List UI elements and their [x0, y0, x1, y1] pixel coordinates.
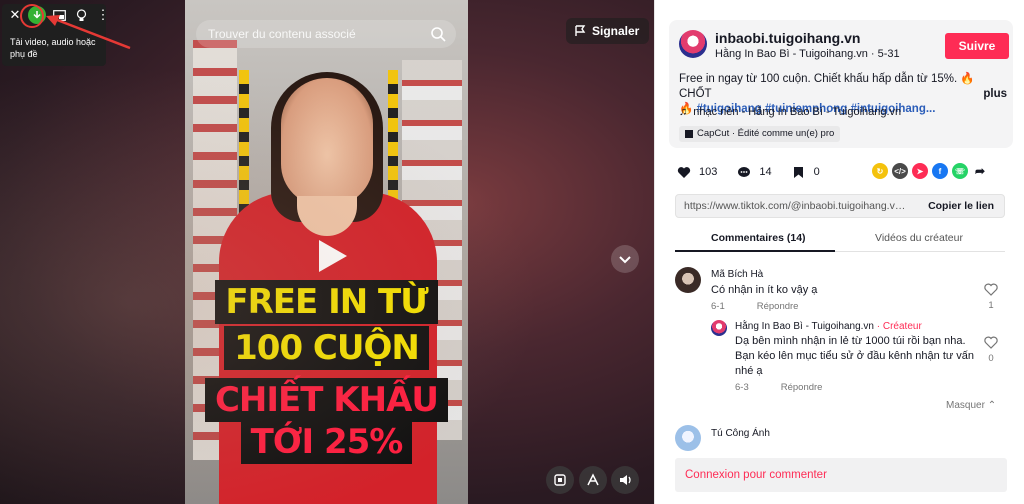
flag-icon: [575, 25, 586, 36]
comment-date: 6-1: [711, 301, 725, 312]
whatsapp-icon[interactable]: ☏: [952, 163, 968, 179]
floating-player-icon: [587, 473, 599, 486]
comment-icon: [735, 163, 753, 181]
comment-author[interactable]: Mã Bích Hà: [711, 269, 763, 280]
save-video-icon: [554, 474, 566, 486]
like-count: 103: [699, 166, 718, 178]
volume-icon: [620, 475, 631, 485]
report-button[interactable]: Signaler: [566, 18, 650, 44]
embed-icon[interactable]: </>: [892, 163, 908, 179]
active-tab-indicator: [675, 250, 835, 252]
creator-author-line[interactable]: Hằng In Bao Bì - Tuigoihang.vn · 5-31: [715, 48, 900, 60]
capcut-badge[interactable]: CapCut · Édité comme un(e) pro: [679, 126, 841, 142]
description-text: Free in ngay từ 100 cuộn. Chiết khấu hấp…: [679, 73, 975, 100]
facebook-icon[interactable]: f: [932, 163, 948, 179]
favorite-button[interactable]: 0: [790, 163, 820, 181]
comment-author[interactable]: Tú Công Ánh: [711, 428, 770, 439]
post-info-card: inbaobi.tuigoihang.vn Hằng In Bao Bì - T…: [669, 20, 1013, 148]
see-more-link[interactable]: plus: [983, 87, 1007, 102]
comment-count: 14: [759, 166, 772, 178]
search-icon[interactable]: [430, 26, 446, 42]
reply-author[interactable]: Hằng In Bao Bì - Tuigoihang.vn · Créateu…: [735, 321, 922, 332]
follow-button[interactable]: Suivre: [945, 33, 1009, 59]
comment-like-count: 1: [988, 300, 994, 311]
capcut-icon: [685, 130, 693, 138]
annotation-circle: [20, 4, 44, 28]
overlay-line-3-text: CHIẾT KHẤU: [204, 378, 449, 422]
share-link-row: https://www.tiktok.com/@inbaobi.tuigoiha…: [675, 194, 1005, 218]
chevron-up-icon: ⌃: [987, 400, 997, 411]
post-details-panel: inbaobi.tuigoihang.vn Hằng In Bao Bì - T…: [654, 0, 1024, 504]
comment-text: Có nhận in ít ko vậy ạ: [711, 284, 818, 296]
comment-avatar[interactable]: [675, 425, 701, 451]
next-video-button[interactable]: [611, 245, 639, 273]
play-icon[interactable]: [311, 236, 351, 276]
repost-icon[interactable]: ↻: [872, 163, 888, 179]
comment-meta: 6-1 Répondre: [711, 301, 798, 312]
share-buttons: ↻ </> ➤ f ☏ ➦: [872, 163, 988, 179]
comment-tabs: Commentaires (14) Vidéos du créateur: [675, 228, 1005, 252]
related-search-placeholder: Trouver du contenu associé: [208, 27, 356, 41]
capcut-label: CapCut · Édité comme un(e) pro: [697, 128, 835, 139]
video-person-face: [281, 78, 373, 206]
send-icon[interactable]: ➤: [912, 163, 928, 179]
share-arrow-icon[interactable]: ➦: [972, 163, 988, 179]
creator-avatar[interactable]: [679, 30, 707, 58]
music-note-icon: ♫: [679, 106, 688, 118]
annotation-arrow-icon: [46, 15, 131, 50]
overlay-line-3: CHIẾT KHẤU: [185, 378, 468, 422]
overlay-line-4: TỚI 25%: [185, 420, 468, 464]
tab-creator-videos[interactable]: Vidéos du créateur: [875, 232, 963, 244]
creator-username[interactable]: inbaobi.tuigoihang.vn: [715, 30, 860, 46]
video-player[interactable]: Trouver du contenu associé Signaler FREE…: [0, 0, 654, 504]
save-video-button[interactable]: [546, 466, 574, 494]
music-link[interactable]: ♫ nhạc nền - Hằng In Bao Bì - Tuigoihang…: [679, 106, 901, 118]
comment-button[interactable]: 14: [735, 163, 772, 181]
reply-author-name: Hằng In Bao Bì - Tuigoihang.vn: [735, 321, 874, 332]
tiktok-video-page: Trouver du contenu associé Signaler FREE…: [0, 0, 1024, 504]
copy-link-button[interactable]: Copier le lien: [928, 200, 994, 212]
overlay-line-1-text: FREE IN TỪ: [215, 280, 438, 324]
creator-badge: · Créateur: [876, 321, 922, 332]
music-title: nhạc nền - Hằng In Bao Bì - Tuigoihang.v…: [693, 106, 902, 118]
related-content-search[interactable]: Trouver du contenu associé: [196, 20, 456, 48]
reply-text: Dạ bên mình nhận in lẻ từ 1000 túi rồi b…: [735, 335, 975, 377]
favorite-count: 0: [813, 166, 820, 178]
reply-date: 6-3: [735, 382, 749, 393]
login-to-comment-button[interactable]: Connexion pour commenter: [675, 458, 1007, 492]
chevron-down-icon: [619, 256, 631, 264]
reply-like-icon[interactable]: [984, 336, 998, 349]
bookmark-icon: [790, 163, 808, 181]
like-button[interactable]: 103: [675, 163, 717, 181]
hide-replies-label: Masquer: [946, 400, 985, 411]
overlay-line-4-text: TỚI 25%: [240, 420, 413, 464]
heart-icon: [675, 163, 693, 181]
reply-button[interactable]: Répondre: [757, 301, 799, 312]
engagement-stats: 103 14 0: [675, 163, 820, 181]
reply-meta: 6-3 Répondre: [735, 382, 822, 393]
volume-button[interactable]: [611, 466, 639, 494]
tab-comments[interactable]: Commentaires (14): [711, 232, 806, 244]
reply-like-count: 0: [988, 353, 994, 364]
report-label: Signaler: [592, 24, 640, 38]
overlay-line-2: 100 CUỘN: [185, 326, 468, 370]
overlay-line-1: FREE IN TỪ: [185, 280, 468, 324]
hide-replies-button[interactable]: Masquer ⌃: [946, 400, 996, 411]
reply-avatar[interactable]: [711, 320, 727, 336]
comment-avatar[interactable]: [675, 267, 701, 293]
floating-player-button[interactable]: [579, 466, 607, 494]
reply-reply-button[interactable]: Répondre: [781, 382, 823, 393]
share-link-url[interactable]: https://www.tiktok.com/@inbaobi.tuigoiha…: [684, 200, 910, 212]
overlay-line-2-text: 100 CUỘN: [224, 326, 429, 370]
comment-like-icon[interactable]: [984, 283, 998, 296]
